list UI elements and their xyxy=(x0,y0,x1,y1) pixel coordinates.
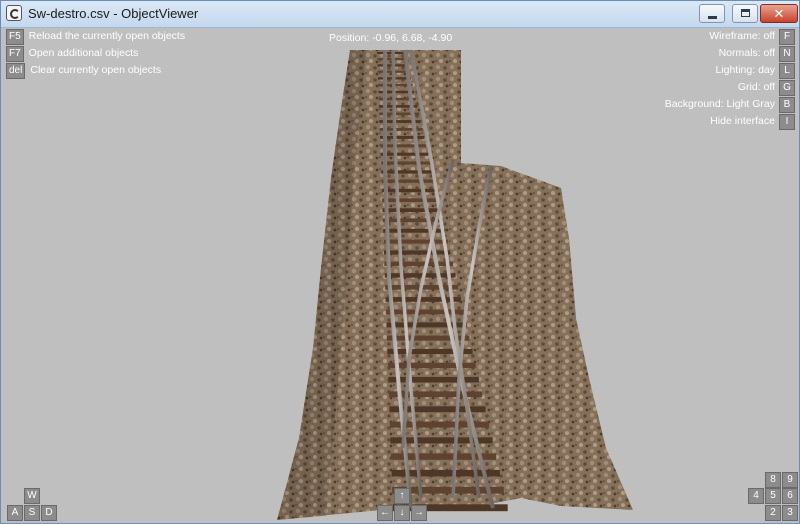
sleeper xyxy=(382,198,439,202)
close-icon: ✕ xyxy=(773,6,785,21)
g-key[interactable]: G xyxy=(779,80,795,96)
del-key[interactable]: del xyxy=(6,63,26,79)
normals-label: Normals: off xyxy=(718,47,775,59)
sleeper xyxy=(381,179,435,183)
f5-key[interactable]: F5 xyxy=(6,29,24,45)
lighting-toggle[interactable]: Lighting: day L xyxy=(715,63,795,79)
b-key[interactable]: B xyxy=(779,97,795,113)
n-key[interactable]: N xyxy=(779,46,795,62)
wireframe-toggle[interactable]: Wireframe: off F xyxy=(709,29,795,45)
sleeper xyxy=(388,376,479,383)
sleeper xyxy=(381,188,437,193)
arrow-right-icon[interactable]: → xyxy=(411,505,427,521)
normals-toggle[interactable]: Normals: off N xyxy=(719,46,795,62)
sleeper xyxy=(382,218,444,223)
maximize-icon xyxy=(741,9,750,17)
reload-label: Reload the currently open objects xyxy=(28,30,186,42)
i-key[interactable]: I xyxy=(779,114,795,130)
clear-command[interactable]: del Clear currently open objects xyxy=(6,63,161,79)
maximize-button[interactable] xyxy=(732,4,758,23)
lighting-label: Lighting: day xyxy=(715,64,775,76)
arrow-left-icon[interactable]: ← xyxy=(377,505,393,521)
arrow-down-icon[interactable]: ↓ xyxy=(394,505,410,521)
app-icon xyxy=(6,5,22,21)
wireframe-label: Wireframe: off xyxy=(709,30,775,42)
camera-position: Position: -0.96, 6.68, -4.90 xyxy=(329,32,453,44)
sleeper xyxy=(384,250,451,255)
hide-interface-toggle[interactable]: Hide interface I xyxy=(710,114,795,130)
sleeper xyxy=(381,170,433,174)
background-label: Background: Light Gray xyxy=(664,98,775,110)
f7-key[interactable]: F7 xyxy=(6,46,24,62)
background-toggle[interactable]: Background: Light Gray B xyxy=(665,97,795,113)
sleeper xyxy=(380,144,427,148)
open-label: Open additional objects xyxy=(28,47,139,59)
d-key[interactable]: D xyxy=(41,505,57,521)
numpad-4-key[interactable]: 4 xyxy=(748,488,764,504)
clear-label: Clear currently open objects xyxy=(30,64,162,76)
s-key[interactable]: S xyxy=(24,505,40,521)
grid-label: Grid: off xyxy=(737,81,775,93)
sleeper xyxy=(382,208,441,212)
minimize-button[interactable] xyxy=(699,4,725,23)
close-button[interactable]: ✕ xyxy=(760,4,798,23)
f-key[interactable]: F xyxy=(779,29,795,45)
numpad-5-key[interactable]: 5 xyxy=(765,488,781,504)
sleeper xyxy=(380,152,429,156)
grid-toggle[interactable]: Grid: off G xyxy=(738,80,795,96)
reload-command[interactable]: F5 Reload the currently open objects xyxy=(6,29,185,45)
numpad-6-key[interactable]: 6 xyxy=(782,488,798,504)
title-bar[interactable]: Sw-destro.csv - ObjectViewer ✕ xyxy=(1,1,799,28)
sleeper xyxy=(380,161,431,165)
open-command[interactable]: F7 Open additional objects xyxy=(6,46,138,62)
minimize-icon xyxy=(708,16,717,19)
sleeper xyxy=(388,391,483,398)
l-key[interactable]: L xyxy=(779,63,795,79)
sleeper xyxy=(384,273,456,278)
numpad-8-key[interactable]: 8 xyxy=(765,472,781,488)
window-title: Sw-destro.csv - ObjectViewer xyxy=(28,6,199,21)
a-key[interactable]: A xyxy=(7,505,23,521)
hide-interface-label: Hide interface xyxy=(710,115,775,127)
sleeper xyxy=(383,239,448,244)
sleeper xyxy=(384,261,453,266)
arrow-up-icon[interactable]: ↑ xyxy=(394,488,410,504)
3d-viewport[interactable]: F5 Reload the currently open objects F7 Op… xyxy=(1,28,799,523)
sleeper xyxy=(385,297,461,302)
numpad-9-key[interactable]: 9 xyxy=(782,472,798,488)
objectviewer-window: Sw-destro.csv - ObjectViewer ✕ F5 Reload… xyxy=(0,0,800,524)
numpad-3-key[interactable]: 3 xyxy=(782,505,798,521)
w-key[interactable]: W xyxy=(24,488,40,504)
numpad-2-key[interactable]: 2 xyxy=(765,505,781,521)
